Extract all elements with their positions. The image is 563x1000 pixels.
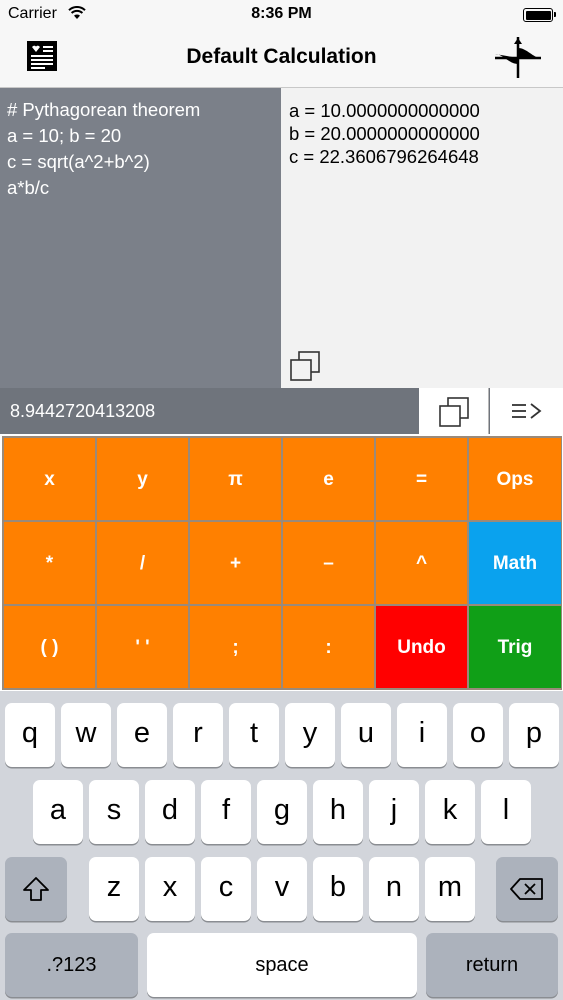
kb-key-m[interactable]: m bbox=[425, 857, 475, 921]
kb-key-k[interactable]: k bbox=[425, 780, 475, 844]
key-equals[interactable]: = bbox=[376, 438, 467, 520]
key-power[interactable]: ^ bbox=[376, 522, 467, 604]
navigation-bar: Default Calculation bbox=[0, 30, 563, 88]
key-y[interactable]: y bbox=[97, 438, 188, 520]
key-pi[interactable]: π bbox=[190, 438, 281, 520]
trig-button[interactable]: Trig bbox=[469, 606, 561, 688]
backspace-icon bbox=[510, 878, 543, 900]
key-multiply[interactable]: * bbox=[4, 522, 95, 604]
calculator-keypad: x y π e = Ops * / + – ^ Math ( ) ' ' ; :… bbox=[2, 436, 562, 690]
kb-key-c[interactable]: c bbox=[201, 857, 251, 921]
key-quotes[interactable]: ' ' bbox=[97, 606, 188, 688]
copy-result-button[interactable] bbox=[419, 388, 489, 434]
kb-key-e[interactable]: e bbox=[117, 703, 167, 767]
kb-key-x[interactable]: x bbox=[145, 857, 195, 921]
kb-key-d[interactable]: d bbox=[145, 780, 195, 844]
kb-key-f[interactable]: f bbox=[201, 780, 251, 844]
insert-arrow-icon bbox=[512, 403, 542, 419]
kb-key-n[interactable]: n bbox=[369, 857, 419, 921]
kb-key-y[interactable]: y bbox=[285, 703, 335, 767]
kb-key-g[interactable]: g bbox=[257, 780, 307, 844]
status-time: 8:36 PM bbox=[251, 5, 312, 22]
copy-icon[interactable] bbox=[289, 350, 321, 382]
editor-line: a = 10; b = 20 bbox=[7, 125, 122, 146]
kb-key-p[interactable]: p bbox=[509, 703, 559, 767]
return-key[interactable]: return bbox=[426, 933, 558, 997]
numbers-mode-key[interactable]: .?123 bbox=[5, 933, 138, 997]
result-bar: 8.9442720413208 bbox=[0, 388, 563, 434]
battery-icon bbox=[523, 8, 556, 22]
delete-key[interactable] bbox=[496, 857, 558, 921]
result-value: 8.9442720413208 bbox=[10, 401, 156, 421]
status-bar: Carrier 8:36 PM bbox=[0, 0, 563, 30]
page-title: Default Calculation bbox=[186, 45, 377, 68]
system-keyboard: q w e r t y u i o p a s d f g h j k l z … bbox=[0, 691, 563, 1000]
editor-line: a*b/c bbox=[7, 177, 50, 198]
key-parentheses[interactable]: ( ) bbox=[4, 606, 95, 688]
kb-key-i[interactable]: i bbox=[397, 703, 447, 767]
key-divide[interactable]: / bbox=[97, 522, 188, 604]
undo-button[interactable]: Undo bbox=[376, 606, 467, 688]
shift-arrow-icon bbox=[23, 877, 49, 901]
kb-key-v[interactable]: v bbox=[257, 857, 307, 921]
kb-key-o[interactable]: o bbox=[453, 703, 503, 767]
expression-editor[interactable]: # Pythagorean theorem a = 10; b = 20 c =… bbox=[0, 88, 281, 388]
kb-key-b[interactable]: b bbox=[313, 857, 363, 921]
shift-key[interactable] bbox=[5, 857, 67, 921]
editor-line: # Pythagorean theorem bbox=[7, 99, 201, 120]
kb-key-s[interactable]: s bbox=[89, 780, 139, 844]
key-minus[interactable]: – bbox=[283, 522, 374, 604]
variables-output: a = 10.0000000000000 b = 20.000000000000… bbox=[281, 88, 563, 388]
kb-key-h[interactable]: h bbox=[313, 780, 363, 844]
kb-key-l[interactable]: l bbox=[481, 780, 531, 844]
ops-button[interactable]: Ops bbox=[469, 438, 561, 520]
graph-plot-icon[interactable] bbox=[493, 34, 543, 82]
math-button[interactable]: Math bbox=[469, 522, 561, 604]
key-e[interactable]: e bbox=[283, 438, 374, 520]
space-key[interactable]: space bbox=[147, 933, 417, 997]
kb-key-z[interactable]: z bbox=[89, 857, 139, 921]
kb-key-r[interactable]: r bbox=[173, 703, 223, 767]
key-semicolon[interactable]: ; bbox=[190, 606, 281, 688]
output-line: b = 20.0000000000000 bbox=[289, 123, 480, 144]
output-line: c = 22.3606796264648 bbox=[289, 146, 479, 167]
kb-key-j[interactable]: j bbox=[369, 780, 419, 844]
key-plus[interactable]: + bbox=[190, 522, 281, 604]
editor-line: c = sqrt(a^2+b^2) bbox=[7, 151, 150, 172]
key-x[interactable]: x bbox=[4, 438, 95, 520]
kb-key-a[interactable]: a bbox=[33, 780, 83, 844]
insert-result-button[interactable] bbox=[490, 388, 563, 434]
output-line: a = 10.0000000000000 bbox=[289, 100, 480, 121]
key-colon[interactable]: : bbox=[283, 606, 374, 688]
kb-key-t[interactable]: t bbox=[229, 703, 279, 767]
kb-key-w[interactable]: w bbox=[61, 703, 111, 767]
kb-key-q[interactable]: q bbox=[5, 703, 55, 767]
kb-key-u[interactable]: u bbox=[341, 703, 391, 767]
copy-icon bbox=[439, 397, 469, 427]
